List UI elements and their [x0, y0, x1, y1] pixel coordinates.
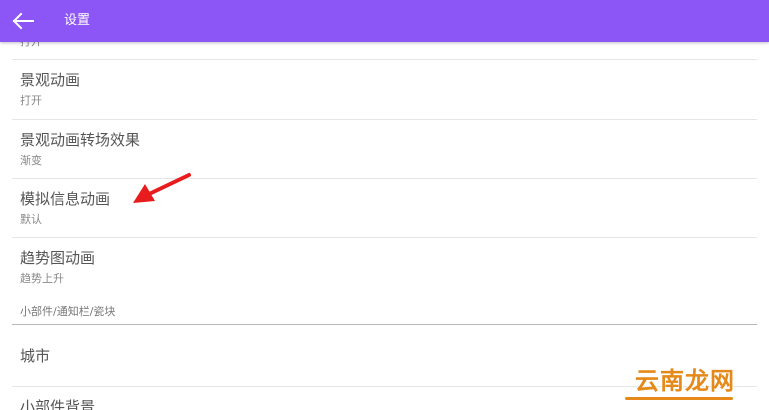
app-bar: 设置: [0, 0, 769, 42]
pref-simulated-info-animation[interactable]: 模拟信息动画 默认: [0, 179, 769, 238]
category-title: 小部件/通知栏/瓷块: [20, 305, 116, 318]
pref-title: 模拟信息动画: [20, 190, 111, 208]
page-title: 设置: [64, 13, 91, 28]
pref-landscape-transition[interactable]: 景观动画转场效果 渐变: [0, 120, 769, 179]
watermark-underline: [625, 397, 733, 400]
list-item-partial[interactable]: 打开: [0, 42, 769, 60]
watermark-logo: 云南龙网: [635, 366, 735, 395]
pref-landscape-animation[interactable]: 景观动画 打开: [0, 60, 769, 120]
pref-summary: 默认: [20, 213, 42, 226]
pref-title: 景观动画: [20, 71, 81, 89]
pref-summary: 打开: [20, 42, 42, 49]
pref-summary: 打开: [20, 94, 42, 107]
pref-title: 趋势图动画: [20, 249, 96, 267]
pref-title: 小部件背景: [20, 398, 96, 410]
annotation-arrow-icon: [133, 173, 191, 203]
pref-trend-chart-animation[interactable]: 趋势图动画 趋势上升: [0, 238, 769, 297]
arrow-left-icon: [12, 12, 34, 30]
category-divider: [12, 324, 757, 325]
settings-screen: 设置 打开 景观动画 打开 景观动画转场效果 渐变 模拟信息动画 默认 趋势图: [0, 0, 769, 410]
pref-title: 城市: [20, 347, 51, 365]
pref-summary: 渐变: [20, 154, 42, 167]
pref-summary: 趋势上升: [20, 272, 64, 285]
category-header: 小部件/通知栏/瓷块: [0, 297, 769, 327]
settings-list[interactable]: 打开 景观动画 打开 景观动画转场效果 渐变 模拟信息动画 默认 趋势图动画 趋…: [0, 42, 769, 410]
pref-title: 景观动画转场效果: [20, 131, 141, 149]
back-button[interactable]: [8, 6, 38, 36]
